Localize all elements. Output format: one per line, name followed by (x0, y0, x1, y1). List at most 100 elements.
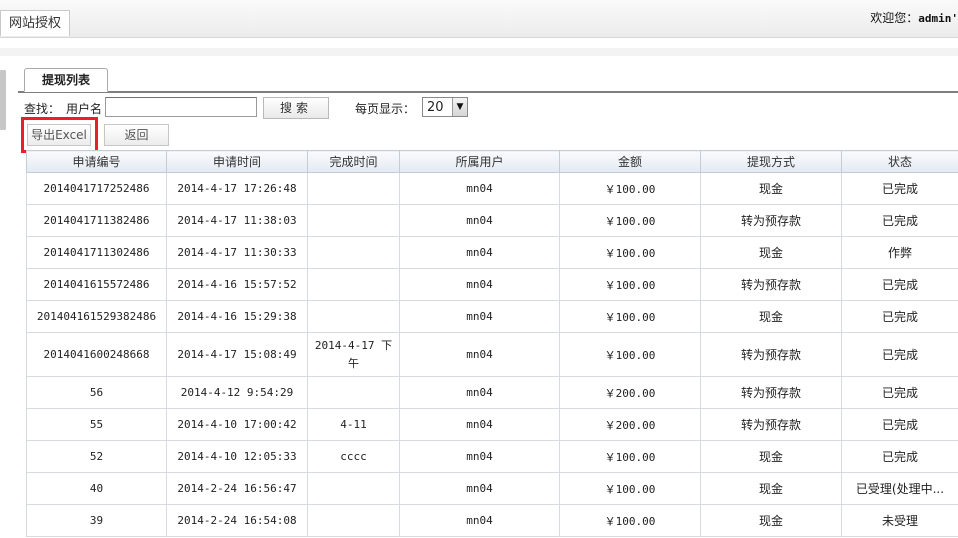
column-header-user[interactable]: 所属用户 (399, 150, 560, 173)
cell-request-id: 40 (26, 472, 167, 505)
cell-amount: ￥100.00 (559, 172, 701, 205)
username-label: 用户名 (66, 102, 103, 116)
cell-amount: ￥200.00 (559, 376, 701, 409)
cell-status: 已完成 (841, 408, 958, 441)
cell-method: 转为预存款 (700, 204, 842, 237)
table-header-row: 申请编号 申请时间 完成时间 所属用户 金额 提现方式 状态 (26, 150, 958, 173)
toolbar-band (0, 48, 958, 56)
cell-user: mn04 (399, 332, 560, 377)
table-row[interactable]: 2014041600248668 2014-4-17 15:08:49 2014… (26, 332, 958, 377)
cell-user: mn04 (399, 376, 560, 409)
per-page-label: 每页显示： (355, 102, 416, 116)
tab-withdrawal-list[interactable]: 提现列表 (24, 68, 108, 92)
column-header-status[interactable]: 状态 (841, 150, 958, 173)
per-page-select[interactable]: 20 ▼ (422, 97, 468, 117)
cell-amount: ￥100.00 (559, 332, 701, 377)
cell-amount: ￥200.00 (559, 408, 701, 441)
table-row[interactable]: 2014041615572486 2014-4-16 15:57:52 mn04… (26, 268, 958, 301)
cell-status: 已受理(处理中... (841, 472, 958, 505)
column-header-method[interactable]: 提现方式 (700, 150, 842, 173)
welcome-username: admin' (918, 12, 958, 25)
cell-request-id: 2014041711302486 (26, 236, 167, 269)
cell-request-time: 2014-4-17 11:30:33 (166, 236, 308, 269)
cell-request-id: 39 (26, 504, 167, 537)
cell-method: 转为预存款 (700, 268, 842, 301)
cell-request-id: 2014041717252486 (26, 172, 167, 205)
cell-complete-time (307, 472, 400, 505)
cell-complete-time: 2014-4-17 下午 (307, 332, 400, 377)
welcome-label: 欢迎您： (870, 11, 919, 25)
cell-request-time: 2014-2-24 16:56:47 (166, 472, 308, 505)
table-row[interactable]: 2014041717252486 2014-4-17 17:26:48 mn04… (26, 172, 958, 205)
cell-complete-time (307, 268, 400, 301)
cell-status: 已完成 (841, 440, 958, 473)
column-header-request-id[interactable]: 申请编号 (26, 150, 167, 173)
cell-status: 未受理 (841, 504, 958, 537)
cell-request-id: 56 (26, 376, 167, 409)
table-row[interactable]: 39 2014-2-24 16:54:08 mn04 ￥100.00 现金 未受… (26, 504, 958, 537)
cell-request-time: 2014-4-17 15:08:49 (166, 332, 308, 377)
cell-status: 已完成 (841, 376, 958, 409)
table-row[interactable]: 201404161529382486 2014-4-16 15:29:38 mn… (26, 300, 958, 333)
table-row[interactable]: 2014041711382486 2014-4-17 11:38:03 mn04… (26, 204, 958, 237)
cell-complete-time (307, 172, 400, 205)
welcome-message: 欢迎您：admin' (870, 9, 958, 26)
cell-user: mn04 (399, 504, 560, 537)
cell-request-id: 2014041600248668 (26, 332, 167, 377)
cell-method: 现金 (700, 172, 842, 205)
cell-user: mn04 (399, 408, 560, 441)
back-button[interactable]: 返回 (104, 124, 169, 146)
cell-request-id: 2014041711382486 (26, 204, 167, 237)
username-search-input[interactable] (105, 97, 257, 117)
cell-amount: ￥100.00 (559, 472, 701, 505)
cell-amount: ￥100.00 (559, 440, 701, 473)
find-label: 查找： (24, 102, 61, 116)
cell-method: 转为预存款 (700, 376, 842, 409)
cell-user: mn04 (399, 472, 560, 505)
withdrawal-table: 申请编号 申请时间 完成时间 所属用户 金额 提现方式 状态 201404171… (26, 150, 958, 537)
cell-status: 已完成 (841, 172, 958, 205)
column-header-complete-time[interactable]: 完成时间 (307, 150, 400, 173)
cell-status: 已完成 (841, 204, 958, 237)
cell-user: mn04 (399, 268, 560, 301)
cell-complete-time (307, 300, 400, 333)
table-row[interactable]: 40 2014-2-24 16:56:47 mn04 ￥100.00 现金 已受… (26, 472, 958, 505)
cell-method: 现金 (700, 440, 842, 473)
cell-request-id: 2014041615572486 (26, 268, 167, 301)
cell-request-id: 52 (26, 440, 167, 473)
cell-request-id: 201404161529382486 (26, 300, 167, 333)
cell-request-time: 2014-4-10 12:05:33 (166, 440, 308, 473)
cell-request-time: 2014-4-12 9:54:29 (166, 376, 308, 409)
cell-request-time: 2014-4-17 17:26:48 (166, 172, 308, 205)
cell-user: mn04 (399, 300, 560, 333)
per-page-value: 20 (427, 100, 444, 115)
cell-method: 现金 (700, 236, 842, 269)
cell-amount: ￥100.00 (559, 236, 701, 269)
chevron-down-icon[interactable]: ▼ (452, 98, 467, 116)
search-button[interactable]: 搜索 (263, 97, 329, 119)
cell-amount: ￥100.00 (559, 204, 701, 237)
export-excel-button[interactable]: 导出Excel (27, 124, 91, 146)
cell-request-time: 2014-4-16 15:57:52 (166, 268, 308, 301)
table-row[interactable]: 52 2014-4-10 12:05:33 cccc mn04 ￥100.00 … (26, 440, 958, 473)
column-header-amount[interactable]: 金额 (559, 150, 701, 173)
table-row[interactable]: 56 2014-4-12 9:54:29 mn04 ￥200.00 转为预存款 … (26, 376, 958, 409)
cell-amount: ￥100.00 (559, 268, 701, 301)
tab-divider (18, 91, 958, 93)
cell-complete-time: cccc (307, 440, 400, 473)
cell-complete-time: 4-11 (307, 408, 400, 441)
cell-user: mn04 (399, 440, 560, 473)
column-header-request-time[interactable]: 申请时间 (166, 150, 308, 173)
tab-site-authorization[interactable]: 网站授权 (0, 10, 71, 36)
cell-complete-time (307, 376, 400, 409)
sidebar-collapse-handle[interactable] (0, 70, 6, 130)
cell-request-id: 55 (26, 408, 167, 441)
cell-request-time: 2014-4-16 15:29:38 (166, 300, 308, 333)
cell-status: 已完成 (841, 300, 958, 333)
cell-user: mn04 (399, 204, 560, 237)
cell-method: 转为预存款 (700, 408, 842, 441)
table-row[interactable]: 2014041711302486 2014-4-17 11:30:33 mn04… (26, 236, 958, 269)
cell-method: 现金 (700, 472, 842, 505)
table-row[interactable]: 55 2014-4-10 17:00:42 4-11 mn04 ￥200.00 … (26, 408, 958, 441)
top-bar: 网站授权 欢迎您：admin' (0, 0, 958, 38)
